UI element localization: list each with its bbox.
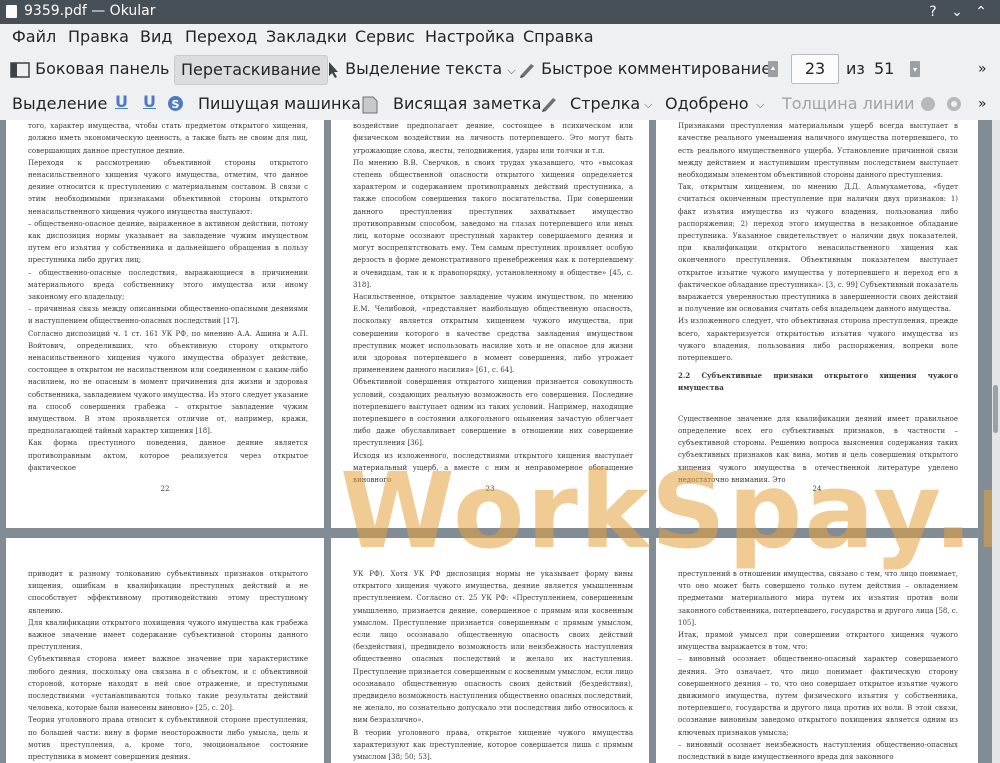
svg-text:S: S xyxy=(172,98,180,111)
pen-icon xyxy=(520,63,534,78)
opacity-icon xyxy=(947,97,961,111)
popup-note-tool[interactable]: Висящая заметка xyxy=(393,90,541,118)
menu-edit[interactable]: Правка xyxy=(68,27,129,46)
squiggly-underline-icon[interactable]: U xyxy=(143,92,156,111)
section-heading: 2.2 Субъективные признаки открытого хище… xyxy=(678,371,958,393)
page-total: 51 xyxy=(874,59,895,78)
quick-comment-button[interactable]: Быстрое комментирование xyxy=(518,55,771,83)
stamp-tool[interactable]: Одобрено xyxy=(665,90,749,118)
overflow-menu-icon[interactable]: » xyxy=(978,61,987,77)
vertical-scrollbar[interactable] xyxy=(992,120,1000,763)
page-26: УК РФ). Хотя УК РФ диспозиция нормы не у… xyxy=(331,538,649,763)
cursor-icon xyxy=(329,61,338,78)
page-24: Признаками преступления материальным уще… xyxy=(656,120,978,528)
annotation-toolbar: Выделение U U S Пишущая машинка Висящая … xyxy=(0,88,1000,120)
main-toolbar: Боковая панель Перетаскивание Выделение … xyxy=(0,52,1000,86)
menu-bar: Файл Правка Вид Переход Закладки Сервис … xyxy=(0,24,1000,50)
page-23: совершения. В случае насильственного отк… xyxy=(331,120,649,528)
menu-view[interactable]: Вид xyxy=(140,27,172,46)
page-25: приводит к разному толкованию субъективн… xyxy=(6,538,324,763)
page-22-number: 22 xyxy=(160,485,170,493)
strikethrough-icon[interactable]: S xyxy=(167,95,184,112)
arrow-dropdown-icon[interactable]: ⌵ xyxy=(644,98,652,112)
page-22-text: непосредственно хищения чужого имущества… xyxy=(28,122,308,472)
menu-help[interactable]: Справка xyxy=(523,27,594,46)
page-27-text: преступлений в отношении имущества, связ… xyxy=(678,570,958,762)
help-window-icon[interactable]: ? xyxy=(924,3,942,21)
page-26-text: УК РФ). Хотя УК РФ диспозиция нормы не у… xyxy=(353,570,633,762)
page-23-number: 23 xyxy=(485,485,495,493)
page-of-label: из xyxy=(846,59,865,78)
menu-file[interactable]: Файл xyxy=(12,27,56,46)
menu-bookmarks[interactable]: Закладки xyxy=(266,27,347,46)
page-22: непосредственно хищения чужого имущества… xyxy=(6,120,324,528)
page-24-text: Признаками преступления материальным уще… xyxy=(678,122,958,363)
title-bar: 9359.pdf — Okular ? ⌄ ⌃ xyxy=(0,0,1000,24)
page-27: преступлений в отношении имущества, связ… xyxy=(656,538,978,763)
document-view[interactable]: непосредственно хищения чужого имущества… xyxy=(0,120,992,763)
underline-icon[interactable]: U xyxy=(115,92,128,111)
color-palette-icon xyxy=(921,97,935,111)
typewriter-tool[interactable]: Пишущая машинка xyxy=(198,90,361,118)
chevron-down-icon[interactable]: ⌵ xyxy=(507,64,515,77)
menu-tools[interactable]: Сервис xyxy=(355,27,415,46)
sidebar-icon xyxy=(10,61,30,78)
line-width-tool: Толщина линии xyxy=(782,94,915,113)
marker-icon xyxy=(542,98,556,112)
drag-button-label: Перетаскивание xyxy=(181,60,321,79)
menu-go[interactable]: Переход xyxy=(185,27,257,46)
okular-app-icon xyxy=(6,5,17,18)
previous-page-icon[interactable] xyxy=(768,60,778,78)
annotation-overflow-icon[interactable]: » xyxy=(978,96,987,112)
select-text-button[interactable]: Выделение текста ⌵ xyxy=(328,55,516,83)
page-24-text2: Существенное значение для квалификации д… xyxy=(678,414,958,484)
sidebar-button[interactable]: Боковая панель xyxy=(10,55,169,83)
sidebar-button-label: Боковая панель xyxy=(35,59,170,78)
scrollbar-thumb[interactable] xyxy=(993,385,998,433)
popup-note-icon xyxy=(362,96,378,114)
window-title: 9359.pdf — Okular xyxy=(24,3,156,19)
menu-settings[interactable]: Настройка xyxy=(425,27,515,46)
page-25-text: приводит к разному толкованию субъективн… xyxy=(28,570,308,762)
maximize-icon[interactable]: ⌃ xyxy=(972,3,990,21)
page-23-text: совершения. В случае насильственного отк… xyxy=(353,122,633,485)
quick-comment-label: Быстрое комментирование xyxy=(541,59,772,78)
page-24-number: 24 xyxy=(812,485,822,493)
minimize-icon[interactable]: ⌄ xyxy=(948,3,966,21)
arrow-tool[interactable]: Стрелка xyxy=(570,90,640,118)
stamp-dropdown-icon[interactable]: ⌵ xyxy=(756,98,764,112)
select-text-label: Выделение текста xyxy=(345,59,503,78)
highlight-tool[interactable]: Выделение xyxy=(12,90,107,118)
next-page-icon[interactable] xyxy=(910,60,920,78)
page-number-input[interactable]: 23 xyxy=(791,54,839,84)
drag-mode-button[interactable]: Перетаскивание xyxy=(174,55,328,85)
